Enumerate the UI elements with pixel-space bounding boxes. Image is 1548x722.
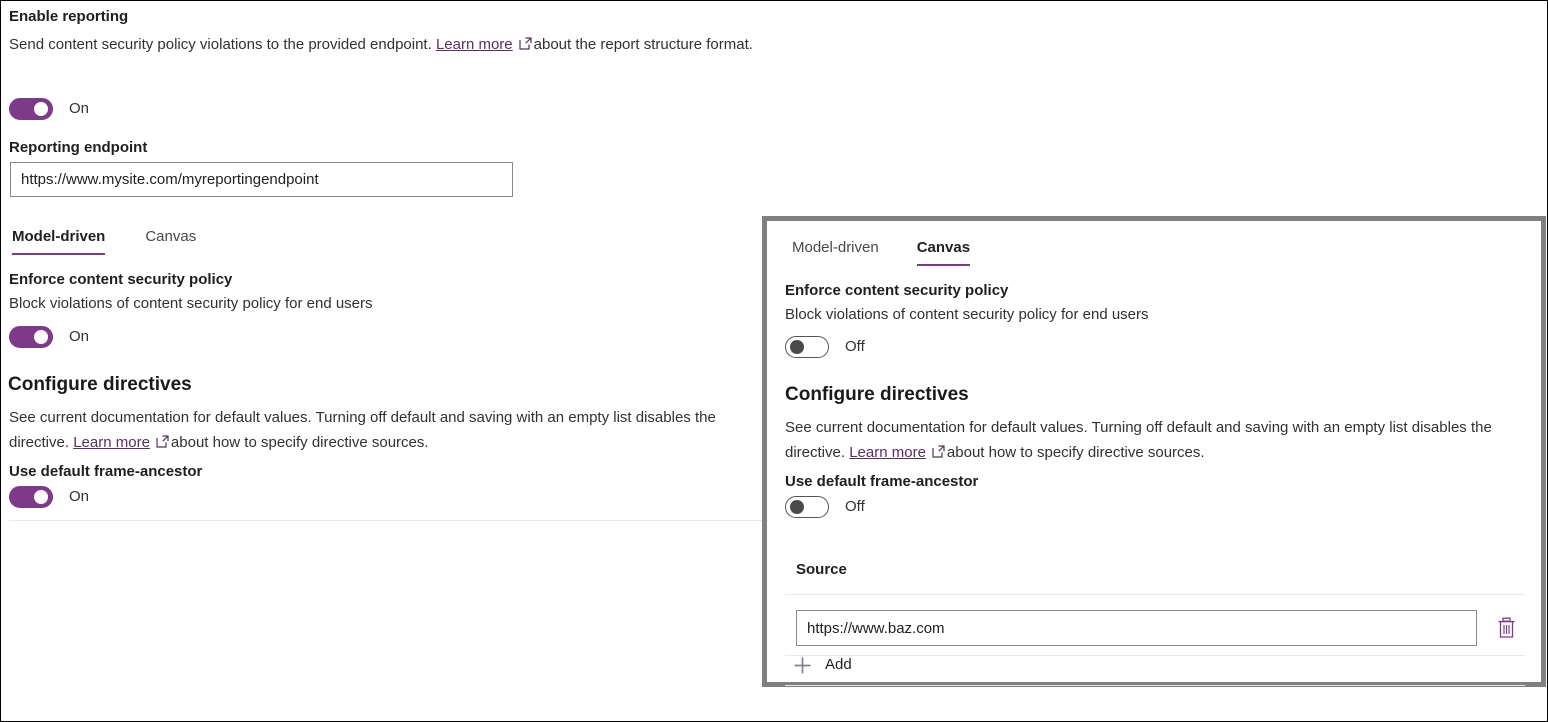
callout-app-type-tabs[interactable]: Model-driven Canvas [792,238,970,266]
callout-enforce-csp-toggle[interactable]: Off [785,336,865,358]
section-divider [9,520,766,521]
callout-configure-directives-heading: Configure directives [785,382,969,408]
use-default-frame-ancestor-toggle[interactable]: On [9,486,89,508]
frame-ancestor-switch[interactable] [9,486,53,508]
enable-reporting-description: Send content security policy violations … [9,32,769,58]
directives-desc-after: about how to specify directive sources. [171,434,429,451]
screenshot-frame: Enable reporting Send content security p… [0,0,1548,722]
source-column-header: Source [796,560,847,580]
switch-knob [34,102,48,116]
tab-canvas[interactable]: Canvas [145,227,196,255]
reporting-endpoint-label: Reporting endpoint [9,138,147,158]
source-input[interactable] [796,610,1477,646]
callout-use-default-frame-ancestor-label: Use default frame-ancestor [785,472,978,492]
configure-directives-heading: Configure directives [8,372,192,398]
enable-reporting-toggle[interactable]: On [9,98,89,120]
reporting-endpoint-input[interactable] [10,162,513,197]
learn-more-link-reporting[interactable]: Learn more [436,36,513,53]
source-row [796,610,1526,646]
callout-content: Model-driven Canvas Enforce content secu… [767,221,1541,682]
canvas-tab-callout-panel: Model-driven Canvas Enforce content secu… [762,216,1546,687]
enforce-csp-toggle-state: On [69,327,89,347]
delete-icon[interactable] [1497,617,1516,639]
switch-knob [34,490,48,504]
enforce-csp-title: Enforce content security policy [9,270,232,290]
callout-tab-canvas[interactable]: Canvas [917,238,970,266]
callout-enforce-csp-description: Block violations of content security pol… [785,302,1149,327]
callout-frame-ancestor-toggle-state: Off [845,497,865,517]
callout-use-default-frame-ancestor-toggle[interactable]: Off [785,496,865,518]
learn-more-link-directives[interactable]: Learn more [73,434,150,451]
enforce-csp-description: Block violations of content security pol… [9,291,373,316]
add-source-button[interactable]: Add [794,655,852,675]
callout-configure-directives-description: See current documentation for default va… [785,415,1527,466]
callout-enforce-csp-toggle-state: Off [845,337,865,357]
external-link-icon [156,431,169,456]
external-link-icon [932,441,945,466]
enable-reporting-desc-after: about the report structure format. [534,36,753,53]
add-source-label: Add [825,655,852,675]
callout-directives-desc-after: about how to specify directive sources. [947,444,1205,461]
enable-reporting-desc-before: Send content security policy violations … [9,36,432,53]
enforce-csp-toggle[interactable]: On [9,326,89,348]
switch-knob [34,330,48,344]
callout-tab-model-driven[interactable]: Model-driven [792,238,879,266]
source-header-divider [785,594,1525,595]
switch-knob [790,340,804,354]
enable-reporting-toggle-state: On [69,99,89,119]
tab-model-driven[interactable]: Model-driven [12,227,105,255]
callout-learn-more-link[interactable]: Learn more [849,444,926,461]
enforce-csp-switch[interactable] [9,326,53,348]
enable-reporting-switch[interactable] [9,98,53,120]
configure-directives-description: See current documentation for default va… [9,405,761,456]
enable-reporting-title: Enable reporting [9,7,128,27]
plus-icon [794,657,811,674]
app-type-tabs[interactable]: Model-driven Canvas [12,227,196,255]
frame-ancestor-toggle-state: On [69,487,89,507]
callout-frame-ancestor-switch[interactable] [785,496,829,518]
switch-knob [790,500,804,514]
external-link-icon [519,33,532,58]
use-default-frame-ancestor-label: Use default frame-ancestor [9,462,202,482]
callout-enforce-csp-switch[interactable] [785,336,829,358]
callout-enforce-csp-title: Enforce content security policy [785,281,1008,301]
source-row-divider [785,655,1525,656]
source-bottom-divider [785,685,1525,686]
